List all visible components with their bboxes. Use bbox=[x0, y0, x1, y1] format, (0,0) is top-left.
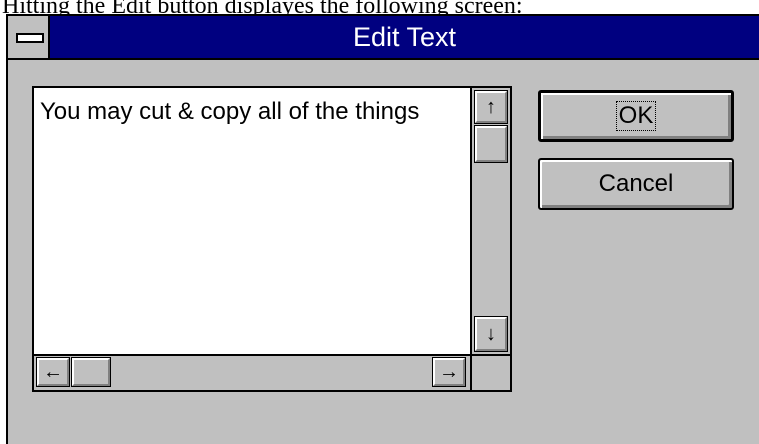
ok-button-label: OK bbox=[615, 101, 657, 131]
system-menu-button[interactable] bbox=[8, 16, 50, 58]
ok-button[interactable]: OK bbox=[538, 90, 734, 142]
window-title: Edit Text bbox=[352, 22, 457, 52]
scroll-left-button[interactable]: ← bbox=[36, 357, 70, 387]
scroll-right-button[interactable]: → bbox=[432, 357, 466, 387]
edit-text-dialog: Edit Text You may cut & copy all of the … bbox=[6, 14, 759, 444]
scrollbar-corner bbox=[470, 354, 510, 390]
cancel-button-label: Cancel bbox=[598, 170, 674, 197]
vertical-scroll-thumb[interactable] bbox=[474, 125, 508, 163]
cancel-button[interactable]: Cancel bbox=[538, 158, 734, 210]
horizontal-scrollbar[interactable]: ← → bbox=[34, 354, 470, 390]
title-bar: Edit Text bbox=[8, 16, 759, 60]
system-menu-icon bbox=[16, 33, 44, 43]
arrow-left-icon: ← bbox=[43, 360, 63, 383]
arrow-up-icon: ↑ bbox=[486, 95, 496, 118]
vertical-scrollbar[interactable]: ↑ ↓ bbox=[470, 88, 510, 354]
text-area-content: You may cut & copy all of the things bbox=[40, 98, 420, 125]
horizontal-scroll-thumb[interactable] bbox=[71, 357, 111, 387]
scroll-down-button[interactable]: ↓ bbox=[474, 316, 508, 352]
text-editor: You may cut & copy all of the things ↑ ↓… bbox=[32, 86, 512, 392]
scroll-up-button[interactable]: ↑ bbox=[474, 90, 508, 124]
text-area[interactable]: You may cut & copy all of the things bbox=[34, 88, 470, 354]
arrow-right-icon: → bbox=[439, 360, 459, 383]
arrow-down-icon: ↓ bbox=[486, 322, 496, 345]
